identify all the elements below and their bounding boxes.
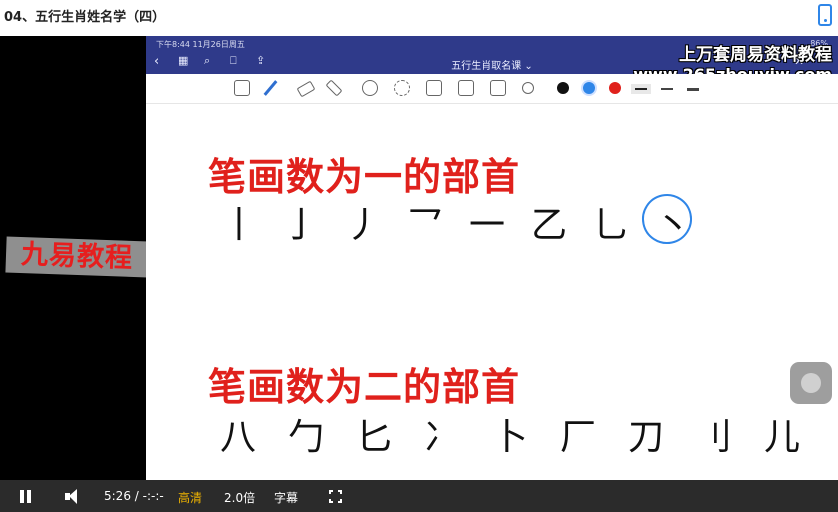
image-icon[interactable] <box>458 80 474 96</box>
shapes-icon[interactable] <box>362 80 378 96</box>
player-controls: 5:26 / -:-:- 高清 2.0倍 字幕 <box>0 480 838 512</box>
pen-icon[interactable] <box>263 80 279 96</box>
volume-icon[interactable] <box>65 489 85 504</box>
radicals-one-stroke-row: 丨亅丿乛一乙乚丶 <box>208 196 704 248</box>
video-player[interactable]: 九易教程 下午8:44 11月26日周五 86% ‹ ▦ ⌕ ⎕ ⇪ 五行生肖取… <box>0 36 838 512</box>
radical-glyph: 卜 <box>491 417 528 458</box>
color-black[interactable] <box>557 82 569 94</box>
watermark-line1: 上万套周易资料教程 <box>679 45 832 65</box>
medium-line-tool[interactable] <box>661 88 673 90</box>
radical-glyph: 儿 <box>763 417 800 458</box>
radical-glyph: 一 <box>468 205 505 246</box>
radical-glyph: 乛 <box>406 205 443 246</box>
fullscreen-icon[interactable] <box>328 489 343 504</box>
heading-two-stroke: 笔画数为二的部首 <box>208 365 521 409</box>
lasso-icon[interactable] <box>394 80 410 96</box>
mobile-device-icon[interactable] <box>818 4 832 26</box>
page-title: 04、五行生肖姓名学（四） <box>4 10 166 25</box>
radical-glyph: 亅 <box>282 205 319 246</box>
quality-button[interactable]: 高清 <box>178 489 202 506</box>
eraser-icon[interactable] <box>296 80 316 98</box>
radical-glyph: 刀 <box>627 417 664 458</box>
pause-icon[interactable] <box>20 490 32 503</box>
radicals-two-stroke-row: 八勹匕冫卜厂刀刂儿 <box>204 408 816 460</box>
radical-glyph: 丨 <box>220 205 257 246</box>
time-display: 5:26 / -:-:- <box>104 489 164 503</box>
ipad-screen: 下午8:44 11月26日周五 86% ‹ ▦ ⌕ ⎕ ⇪ 五行生肖取名课 ⌄ … <box>146 36 838 480</box>
radical-glyph: 勹 <box>287 417 324 458</box>
radical-glyph: 厂 <box>559 417 596 458</box>
text-icon[interactable] <box>490 80 506 96</box>
speed-button[interactable]: 2.0倍 <box>224 489 255 506</box>
highlighter-icon[interactable] <box>325 79 343 97</box>
status-time: 下午8:44 11月26日周五 <box>156 40 245 49</box>
drawing-toolbar <box>146 74 838 104</box>
read-mode-icon[interactable] <box>234 80 250 96</box>
floating-assistive-button[interactable] <box>790 362 832 404</box>
color-red[interactable] <box>609 82 621 94</box>
radical-glyph: 八 <box>219 417 256 458</box>
radical-glyph: 冫 <box>423 417 460 458</box>
radical-glyph: 刂 <box>695 417 732 458</box>
thin-line-tool[interactable] <box>635 88 647 90</box>
thick-line-tool[interactable] <box>687 88 699 91</box>
radical-glyph: 乙 <box>530 205 567 246</box>
radical-glyph: 乚 <box>592 205 629 246</box>
radical-glyph: 匕 <box>355 417 392 458</box>
subtitle-button[interactable]: 字幕 <box>274 489 298 506</box>
brand-logo: 九易教程 <box>5 236 149 278</box>
sticker-icon[interactable] <box>426 80 442 96</box>
radical-glyph: 丿 <box>344 205 381 246</box>
laser-pointer-icon[interactable] <box>522 82 534 94</box>
color-blue[interactable] <box>583 82 595 94</box>
page-header: 04、五行生肖姓名学（四） <box>0 0 838 36</box>
heading-one-stroke: 笔画数为一的部首 <box>208 155 521 199</box>
